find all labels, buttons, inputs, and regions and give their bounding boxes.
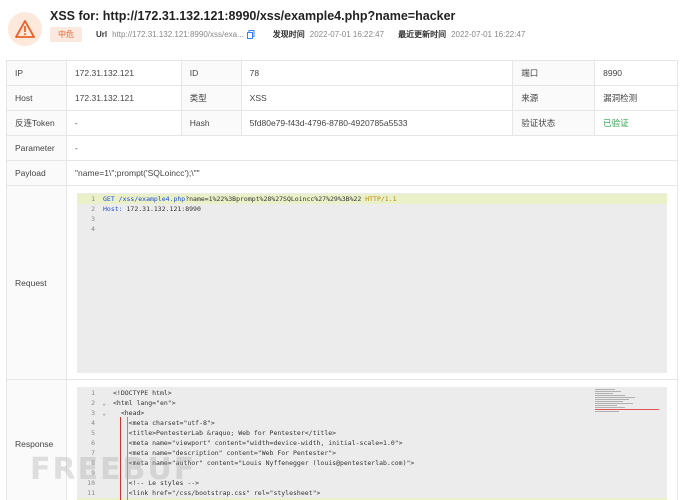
id-label: ID <box>181 61 242 85</box>
fold-chevron-icon[interactable]: ⌄ <box>99 400 109 407</box>
minimap[interactable] <box>595 389 663 449</box>
request-path: /xss/example4.php <box>118 195 186 203</box>
code-line: 4 <box>77 224 667 234</box>
code-text: <meta name="viewport" content="width=dev… <box>113 439 403 447</box>
watermark-logo: FREEBUF <box>30 452 197 487</box>
header-value: 172.31.132.121:8990 <box>126 205 201 213</box>
url-value[interactable]: http://172.31.132.121:8990/xss/exa... <box>112 30 244 39</box>
code-text: Host: 172.31.132.121:8990 <box>99 205 667 213</box>
line-number: 3 <box>91 215 95 223</box>
url-label: Url <box>96 29 108 39</box>
code-text: <html lang="en"> <box>113 399 176 407</box>
table-row: IP 172.31.132.121 ID 78 端口 8990 <box>7 61 678 86</box>
table-row: Payload "name=1\";prompt('SQLoincc');\"" <box>7 161 678 186</box>
code-text: <!DOCTYPE html> <box>113 389 172 397</box>
warning-icon <box>8 12 42 46</box>
line-number: 1 <box>91 195 95 203</box>
request-query: ?name=1%22%3Bprompt%28%27SQLoincc%27%29%… <box>185 195 362 203</box>
table-row: Host 172.31.132.121 类型 XSS 来源 漏洞检测 <box>7 86 678 111</box>
code-line: 11 <link href="/css/bootstrap.css" rel="… <box>77 488 667 498</box>
code-line: 1 GET /xss/example4.php?name=1%22%3Bprom… <box>77 194 667 204</box>
code-text: <title>PentesterLab &raquo; Web for Pent… <box>113 429 337 437</box>
host-label: Host <box>7 86 67 110</box>
vuln-title: XSS for: http://172.31.132.121:8990/xss/… <box>50 9 456 23</box>
updated-time-label: 最近更新时间 <box>398 29 447 39</box>
payload-label: Payload <box>7 161 67 185</box>
severity-badge: 中危 <box>50 26 82 42</box>
ip-value: 172.31.132.121 <box>67 61 182 85</box>
line-number: 11 <box>87 489 95 497</box>
request-row: Request 1 GET /xss/example4.php?name=1%2… <box>7 186 678 380</box>
token-label: 反连Token <box>7 111 67 135</box>
code-text: GET /xss/example4.php?name=1%22%3Bprompt… <box>99 195 667 203</box>
request-label: Request <box>7 186 67 379</box>
code-text: <link href="/css/bootstrap.css" rel="sty… <box>113 489 321 497</box>
code-line: 3 <box>77 214 667 224</box>
host-value: 172.31.132.121 <box>67 86 182 110</box>
payload-value: "name=1\";prompt('SQLoincc');\"" <box>67 161 678 185</box>
code-text: <meta charset="utf-8"> <box>113 419 215 427</box>
code-line: 6 <meta name="viewport" content="width=d… <box>77 438 667 448</box>
code-line: 4 <meta charset="utf-8"> <box>77 418 667 428</box>
line-number: 4 <box>91 419 95 427</box>
type-value: XSS <box>242 86 514 110</box>
line-number: 2 <box>91 205 95 213</box>
updated-time-value: 2022-07-01 16:22:47 <box>451 29 526 39</box>
fold-chevron-icon[interactable]: ⌄ <box>99 410 109 417</box>
http-method: GET <box>103 195 115 203</box>
hash-value: 5fd80e79-f43d-4796-8780-4920785a5533 <box>242 111 514 135</box>
request-editor[interactable]: 1 GET /xss/example4.php?name=1%22%3Bprom… <box>77 193 667 373</box>
vuln-header: XSS for: http://172.31.132.121:8990/xss/… <box>0 0 690 56</box>
request-wrap: 1 GET /xss/example4.php?name=1%22%3Bprom… <box>67 186 678 379</box>
line-number: 5 <box>91 429 95 437</box>
copy-icon[interactable] <box>246 29 255 39</box>
found-time-value: 2022-07-01 16:22:47 <box>309 29 385 39</box>
parameter-label: Parameter <box>7 136 67 160</box>
code-line: 5 <title>PentesterLab &raquo; Web for Pe… <box>77 428 667 438</box>
code-line: 1 <!DOCTYPE html> <box>77 388 667 398</box>
found-time-label: 发现时间 <box>272 29 305 39</box>
line-number: 1 <box>91 389 95 397</box>
code-line: 2 Host: 172.31.132.121:8990 <box>77 204 667 214</box>
id-value: 78 <box>242 61 514 85</box>
port-label: 端口 <box>513 61 596 85</box>
http-version: HTTP/1.1 <box>365 195 397 203</box>
code-line: 3 ⌄ <head> <box>77 408 667 418</box>
verify-label: 验证状态 <box>513 111 596 135</box>
hash-label: Hash <box>181 111 242 135</box>
source-value: 漏洞检测 <box>595 86 678 110</box>
detail-table: IP 172.31.132.121 ID 78 端口 8990 Host 172… <box>6 60 678 500</box>
line-number: 4 <box>91 225 95 233</box>
header-key: Host: <box>103 205 123 213</box>
type-label: 类型 <box>181 86 242 110</box>
line-number: 2 <box>91 399 95 407</box>
ip-label: IP <box>7 61 67 85</box>
port-value: 8990 <box>595 61 678 85</box>
token-value: - <box>67 111 182 135</box>
code-line: 2 ⌄ <html lang="en"> <box>77 398 667 408</box>
source-label: 来源 <box>513 86 596 110</box>
parameter-value: - <box>67 136 678 160</box>
table-row: Parameter - <box>7 136 678 161</box>
meta-row: 中危 Url http://172.31.132.121:8990/xss/ex… <box>50 26 539 42</box>
code-text: <head> <box>113 409 145 417</box>
line-number: 3 <box>91 409 95 417</box>
verify-status: 已验证 <box>595 111 678 135</box>
table-row: 反连Token - Hash 5fd80e79-f43d-4796-8780-4… <box>7 111 678 136</box>
line-number: 6 <box>91 439 95 447</box>
